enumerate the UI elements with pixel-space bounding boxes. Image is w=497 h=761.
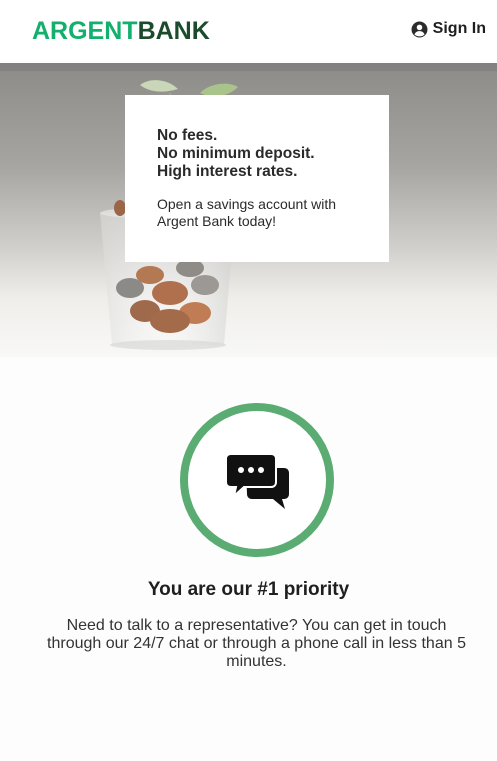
hero-line-1: No fees.: [157, 127, 218, 144]
logo-part-bank: BANK: [137, 17, 210, 45]
priority-description: Need to talk to a representative? You ca…: [47, 617, 466, 670]
chat-bubbles-icon: [226, 453, 289, 509]
priority-title: You are our #1 priority: [147, 579, 350, 600]
priority-section: You are our #1 priority Need to talk to …: [0, 357, 497, 761]
hero-content-card: No fees. No minimum deposit. High intere…: [125, 95, 389, 262]
sign-in-link[interactable]: Sign In: [411, 20, 486, 38]
argent-bank-logo[interactable]: ARGENTBANK: [32, 16, 210, 46]
hero-line-2: No minimum deposit.: [157, 145, 315, 162]
site-header: ARGENTBANK Sign In: [0, 0, 497, 63]
hero-line-3: High interest rates.: [157, 163, 298, 180]
sign-in-label: Sign In: [432, 20, 486, 37]
feature-icon-ring: [180, 403, 334, 557]
user-circle-icon: [411, 21, 428, 38]
hero-subtext: Open a savings account with Argent Bank …: [157, 196, 336, 229]
logo-part-argent: ARGENT: [32, 17, 138, 45]
